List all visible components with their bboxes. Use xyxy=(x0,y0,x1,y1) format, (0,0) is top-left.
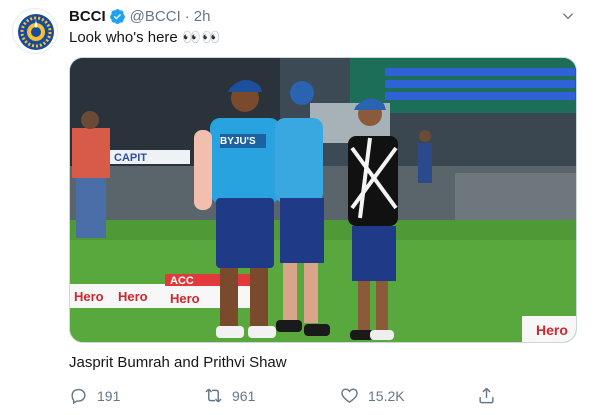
tweet-time[interactable]: 2h xyxy=(194,8,211,25)
bcci-avatar[interactable] xyxy=(12,8,58,54)
retweet-count: 961 xyxy=(232,387,256,404)
hero-banner-right: Hero xyxy=(536,322,568,338)
retweet-icon xyxy=(205,388,222,403)
image-caption: Jasprit Bumrah and Prithvi Shaw xyxy=(69,354,287,371)
reply-icon xyxy=(71,388,86,405)
header-separator: · xyxy=(184,7,190,25)
like-button[interactable]: 15.2K xyxy=(340,386,405,405)
eyes-emoji: 👀👀 xyxy=(181,29,222,46)
tweet-text: Look who's here 👀👀 xyxy=(69,28,221,48)
tweet[interactable]: BCCI @BCCI · 2h Look who's here 👀👀 CAPIT… xyxy=(0,0,594,415)
tweet-text-body: Look who's here xyxy=(69,29,178,46)
chevron-down-icon[interactable] xyxy=(560,8,576,24)
capital-board-text: CAPIT xyxy=(114,152,147,164)
cricket-players-photo: CAPIT Hero Hero ACC Hero Hero BYJU'S xyxy=(70,58,576,342)
hero-banner-mid: Hero xyxy=(170,291,200,306)
tweet-header: BCCI @BCCI · 2h xyxy=(69,6,210,26)
share-button[interactable] xyxy=(477,386,505,405)
share-icon xyxy=(479,387,494,404)
verified-badge-icon xyxy=(109,8,125,24)
tweet-actions: 191 961 15.2K xyxy=(69,386,509,408)
tweet-image[interactable]: CAPIT Hero Hero ACC Hero Hero BYJU'S xyxy=(69,57,577,343)
hero-banner-left-2: Hero xyxy=(118,289,148,304)
acc-banner: ACC xyxy=(170,275,194,287)
heart-icon xyxy=(341,388,358,404)
jersey-sponsor: BYJU'S xyxy=(220,136,256,147)
author-name[interactable]: BCCI xyxy=(69,8,106,25)
author-handle[interactable]: @BCCI xyxy=(130,8,181,25)
reply-button[interactable]: 191 xyxy=(69,386,120,405)
hero-banner-left: Hero xyxy=(74,289,104,304)
bcci-logo xyxy=(14,10,57,53)
retweet-button[interactable]: 961 xyxy=(204,386,255,405)
reply-count: 191 xyxy=(97,387,121,404)
like-count: 15.2K xyxy=(368,387,405,404)
